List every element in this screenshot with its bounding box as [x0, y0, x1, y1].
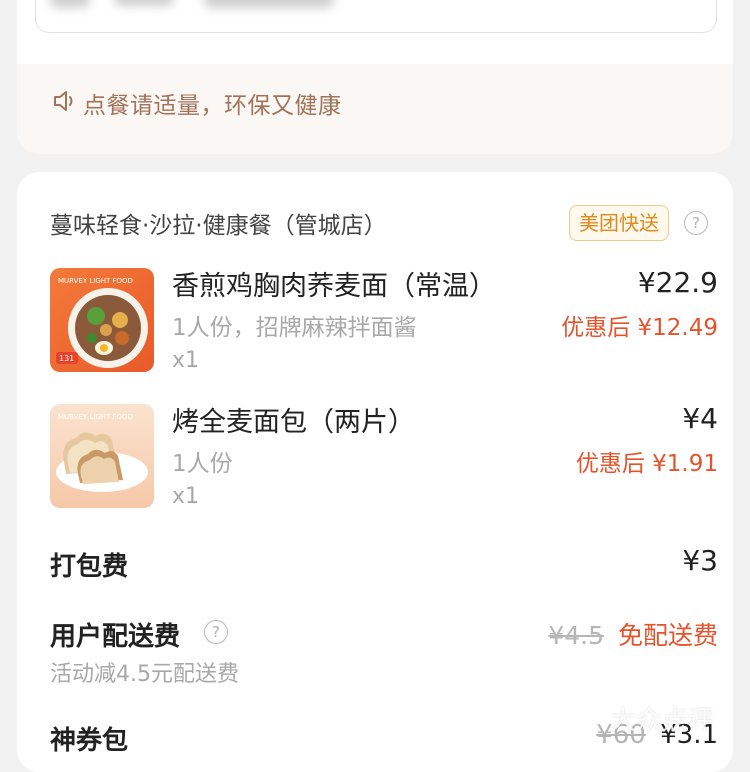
packing-fee-row: 打包费 ¥3 — [50, 544, 718, 586]
item-name: 烤全麦面包（两片） — [172, 407, 415, 438]
packing-fee-value: ¥3 — [682, 544, 718, 577]
item-discount-price: 优惠后 ¥12.49 — [561, 315, 718, 341]
thumb-tag-text: 131 — [59, 354, 74, 363]
delivery-fee-label: 用户配送费 — [50, 622, 181, 652]
order-top-card: 点餐请适量，环保又健康 — [17, 0, 733, 154]
item-spec: 1人份 — [172, 451, 233, 477]
dianping-logo-icon — [580, 700, 600, 725]
item-name: 香煎鸡胸肉荞麦面（常温） — [172, 271, 496, 302]
eco-notice-bar: 点餐请适量，环保又健康 — [17, 64, 733, 154]
order-detail-card: 蔓味轻食·沙拉·健康餐（管城店） 美团快送 ? MURVEY LIGHT FOO… — [17, 172, 733, 772]
item-price: ¥22.9 — [637, 266, 718, 299]
item-price: ¥4 — [682, 402, 718, 435]
order-item[interactable]: MURVEY LIGHT FOOD 烤全麦面包（两片） 1人份 x1 ¥4 优惠… — [50, 402, 718, 514]
packing-fee-label: 打包费 — [50, 552, 129, 582]
address-box[interactable] — [35, 0, 717, 33]
delivery-badge: 美团快送 — [569, 205, 669, 241]
coupon-pack-label: 神券包 — [50, 726, 129, 756]
blurred-content — [50, 0, 90, 8]
watermark-text: 大众点评 — [610, 706, 715, 736]
item-qty: x1 — [172, 484, 200, 509]
store-name[interactable]: 蔓味轻食·沙拉·健康餐（管城店） — [50, 206, 387, 240]
item-discount-price: 优惠后 ¥1.91 — [575, 451, 718, 477]
eco-notice-text: 点餐请适量，环保又健康 — [83, 93, 342, 119]
thumb-brand-text: MURVEY LIGHT FOOD — [58, 413, 133, 421]
delivery-fee-note: 活动减4.5元配送费 — [50, 662, 239, 687]
blurred-content — [114, 0, 174, 6]
delivery-fee-row: 用户配送费 ? ¥4.5 免配送费 活动减4.5元配送费 — [50, 616, 718, 696]
item-qty: x1 — [172, 348, 200, 373]
speaker-icon — [54, 91, 73, 111]
thumb-brand-text: MURVEY LIGHT FOOD — [58, 277, 133, 285]
noodle-bowl-image: MURVEY LIGHT FOOD 131 — [50, 268, 154, 372]
question-icon[interactable]: ? — [684, 211, 708, 235]
order-item[interactable]: MURVEY LIGHT FOOD 131 香煎鸡胸肉荞麦面（常温） 1人份，招… — [50, 266, 718, 378]
item-thumbnail: MURVEY LIGHT FOOD — [50, 404, 154, 508]
blurred-content — [204, 0, 334, 8]
delivery-fee-original: ¥4.5 — [548, 621, 605, 650]
item-thumbnail: MURVEY LIGHT FOOD 131 — [50, 268, 154, 372]
question-icon[interactable]: ? — [204, 620, 228, 644]
toast-image: MURVEY LIGHT FOOD — [50, 404, 154, 508]
delivery-fee-value: 免配送费 — [617, 621, 718, 650]
item-spec: 1人份，招牌麻辣拌面酱 — [172, 315, 417, 341]
